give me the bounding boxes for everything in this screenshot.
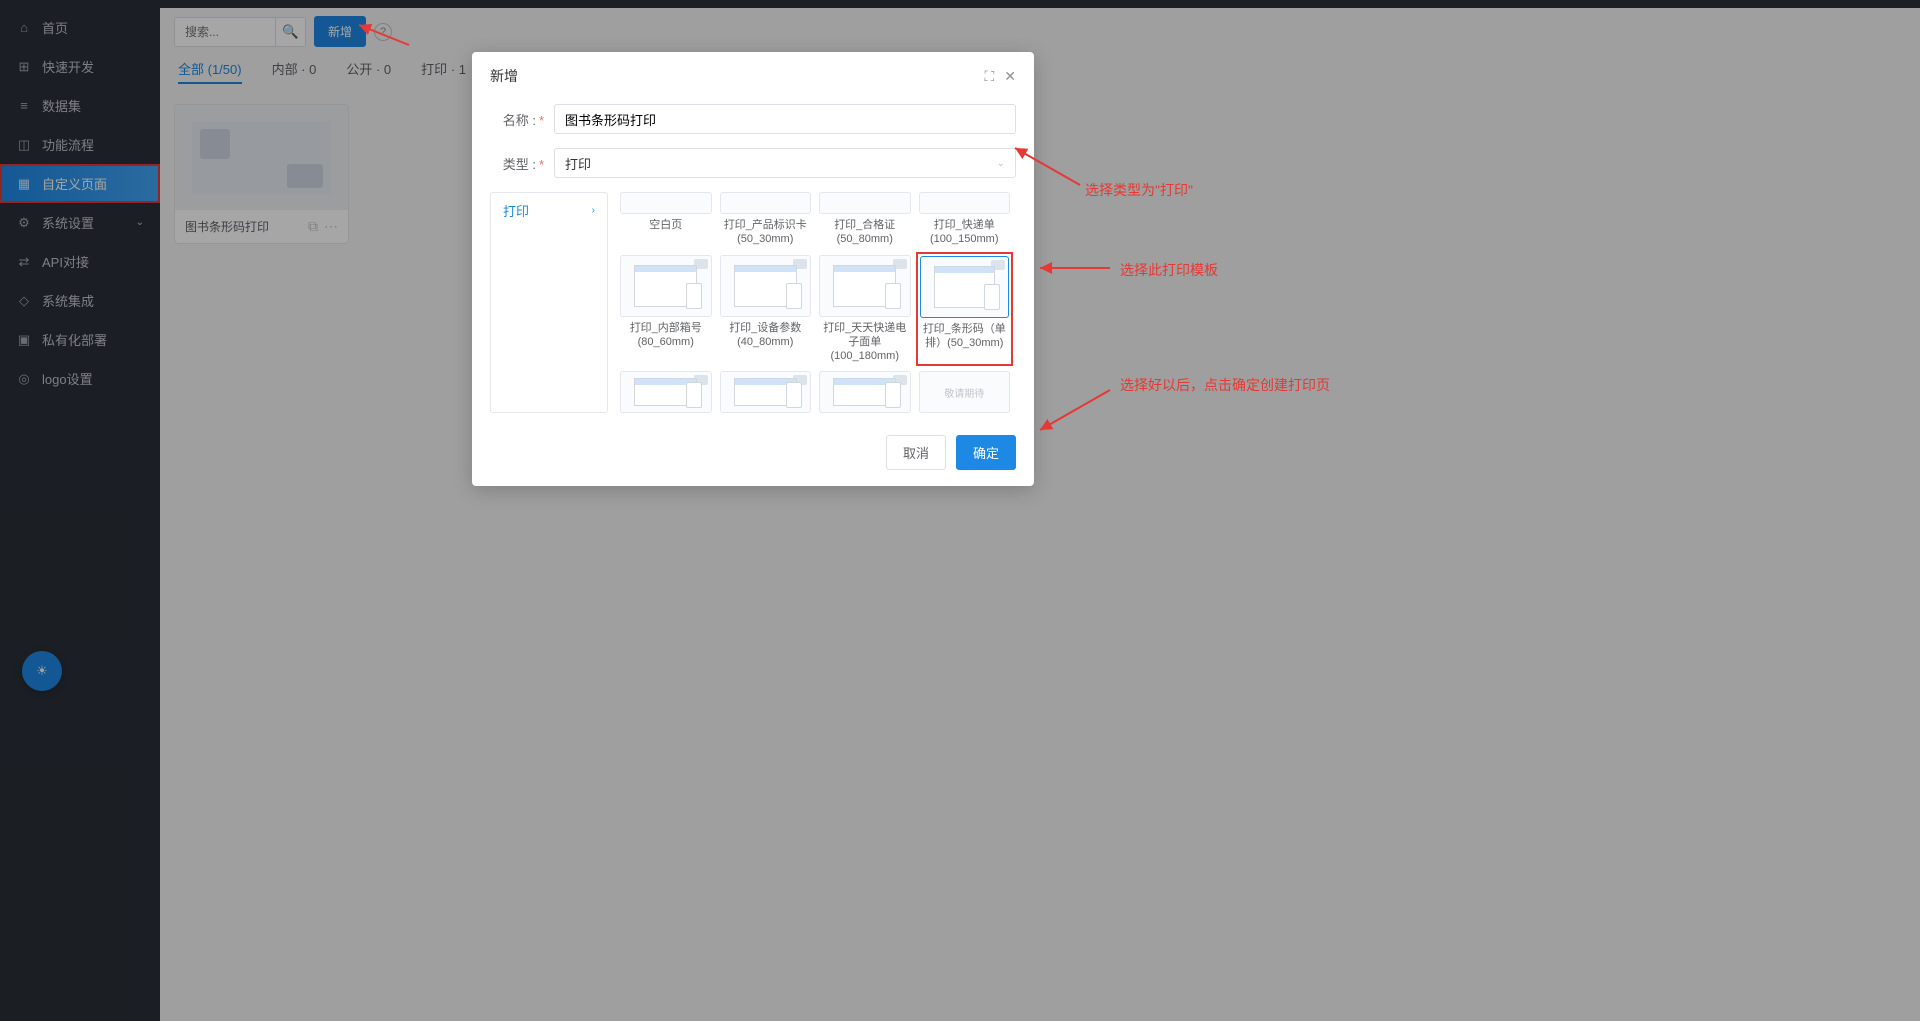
template-item[interactable]: 打印_设备参数(40_80mm) [720, 255, 812, 364]
form-row-name: 名称 :* [490, 104, 1016, 134]
template-item-coming-soon[interactable]: 敬请期待 [919, 371, 1011, 413]
template-grid[interactable]: 空白页 打印_产品标识卡(50_30mm) 打印_合格证(50_80mm) 打印… [620, 192, 1016, 413]
template-label: 空白页 [620, 218, 712, 246]
template-item[interactable]: 打印_内部箱号(80_60mm) [620, 255, 712, 364]
template-item[interactable] [720, 371, 812, 413]
template-item[interactable]: 打印_天天快递电子面单(100_180mm) [819, 255, 911, 364]
name-input[interactable] [554, 104, 1016, 134]
template-thumb [920, 256, 1010, 318]
template-item[interactable] [620, 371, 712, 413]
dialog-body: 名称 :* 类型 :* 打印 ⌄ 打印 › 空白页 [472, 100, 1034, 423]
template-item-blank[interactable]: 空白页 [620, 192, 712, 247]
template-label: 打印_快递单(100_150mm) [919, 218, 1011, 247]
template-area: 打印 › 空白页 打印_产品标识卡(50_30mm) 打印_合格证(50_80m… [490, 192, 1016, 413]
template-thumb [720, 255, 812, 317]
type-label: 类型 :* [490, 154, 544, 173]
template-sidebar: 打印 › [490, 192, 608, 413]
dialog-footer: 取消 确定 [472, 423, 1034, 486]
form-row-type: 类型 :* 打印 ⌄ [490, 148, 1016, 178]
new-dialog: 新增 ⛶ ✕ 名称 :* 类型 :* 打印 ⌄ 打印 › [472, 52, 1034, 486]
type-value: 打印 [565, 154, 591, 173]
template-thumb [819, 371, 911, 413]
fullscreen-icon[interactable]: ⛶ [984, 68, 994, 85]
template-thumb [819, 255, 911, 317]
template-item[interactable] [819, 371, 911, 413]
type-select[interactable]: 打印 ⌄ [554, 148, 1016, 178]
dialog-header: 新增 ⛶ ✕ [472, 52, 1034, 100]
template-item[interactable]: 打印_产品标识卡(50_30mm) [720, 192, 812, 247]
template-label: 打印_合格证(50_80mm) [819, 218, 911, 247]
template-thumb [720, 192, 812, 214]
template-category-print[interactable]: 打印 › [491, 193, 607, 228]
template-item[interactable]: 打印_快递单(100_150mm) [919, 192, 1011, 247]
dialog-title: 新增 [490, 66, 518, 86]
template-thumb [720, 371, 812, 413]
template-item[interactable]: 打印_合格证(50_80mm) [819, 192, 911, 247]
template-label: 打印_天天快递电子面单(100_180mm) [819, 321, 911, 364]
name-label: 名称 :* [490, 110, 544, 129]
cancel-button[interactable]: 取消 [886, 435, 946, 470]
template-item-barcode[interactable]: 打印_条形码（单排）(50_30mm) [919, 255, 1011, 364]
template-thumb [620, 192, 712, 214]
template-thumb [819, 192, 911, 214]
chevron-down-icon: ⌄ [997, 158, 1005, 169]
template-thumb [620, 255, 712, 317]
template-label: 打印_内部箱号(80_60mm) [620, 321, 712, 350]
template-label: 打印_条形码（单排）(50_30mm) [920, 322, 1010, 351]
close-icon[interactable]: ✕ [1004, 68, 1016, 85]
template-label: 打印_设备参数(40_80mm) [720, 321, 812, 350]
template-thumb [919, 192, 1011, 214]
template-thumb [620, 371, 712, 413]
template-label: 打印_产品标识卡(50_30mm) [720, 218, 812, 247]
confirm-button[interactable]: 确定 [956, 435, 1016, 470]
template-thumb: 敬请期待 [919, 371, 1011, 413]
chevron-right-icon: › [592, 205, 595, 216]
